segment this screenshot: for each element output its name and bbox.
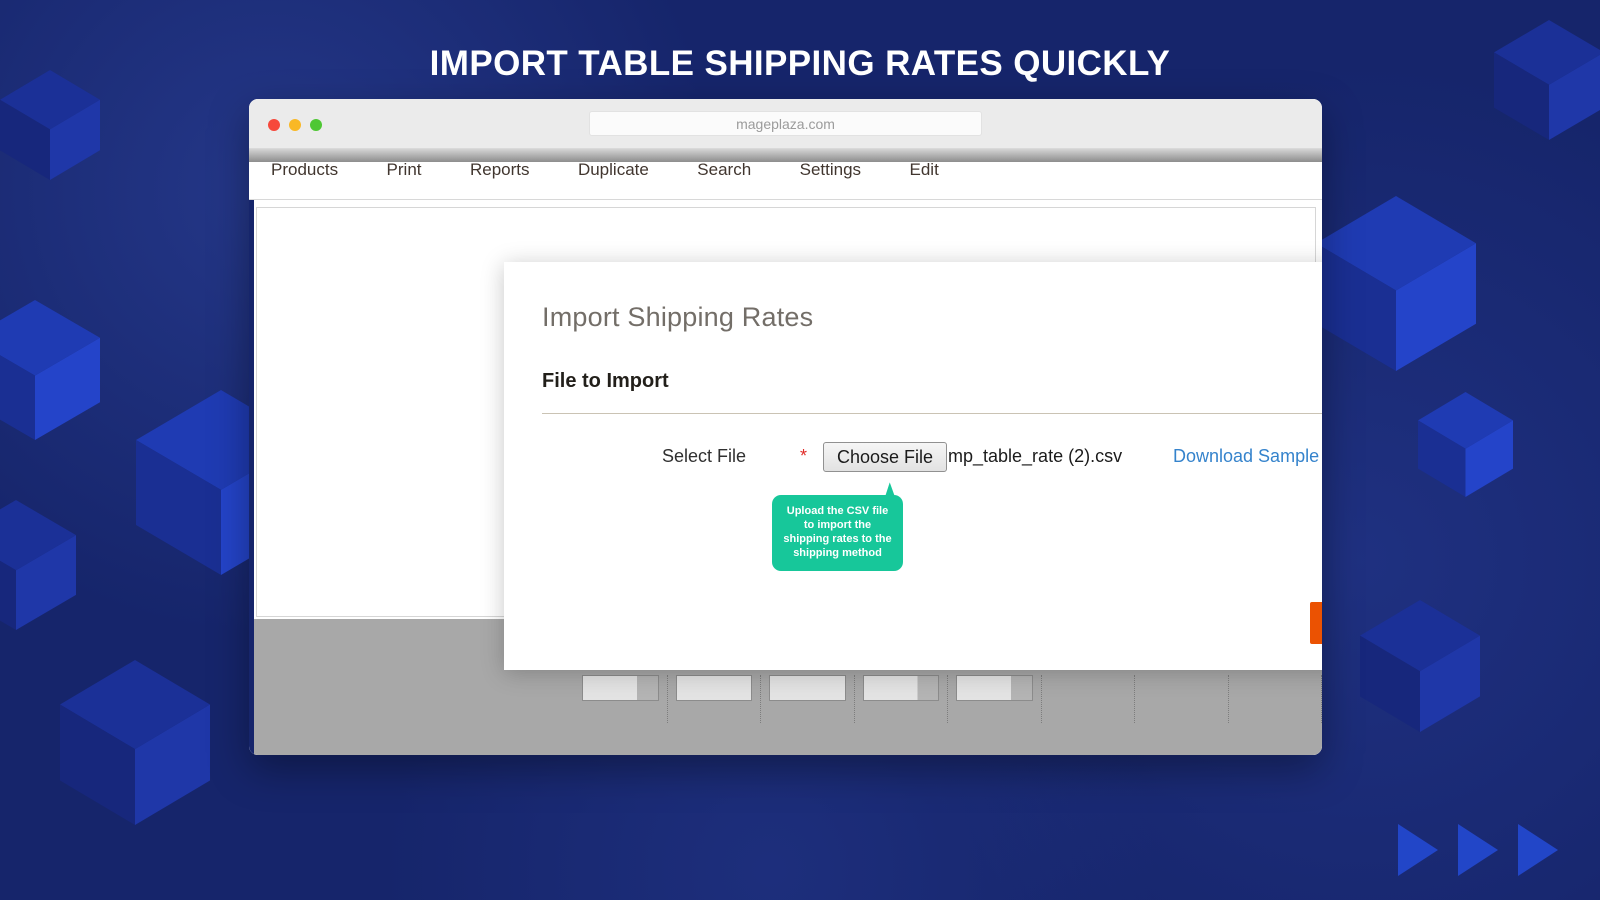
nav-item[interactable]: Reports (448, 162, 552, 178)
choose-file-button[interactable]: Choose File (823, 442, 948, 472)
grid-filter-cell (1042, 675, 1135, 723)
nav-item[interactable]: Print (365, 162, 444, 178)
grid-filter-input[interactable] (862, 675, 939, 701)
grid-filter-input[interactable] (956, 675, 1033, 701)
grid-filter-cell (1229, 675, 1322, 723)
decorative-cube (0, 300, 100, 440)
import-shipping-rates-modal: Import Shipping Rates File to Import Sel… (504, 262, 1322, 670)
nav-item[interactable]: Settings (778, 162, 883, 178)
grid-filter-input[interactable] (769, 675, 846, 701)
play-triangle-icon (1518, 824, 1558, 876)
grid-filter-cell (1135, 675, 1229, 723)
poster-stage: IMPORT TABLE SHIPPING RATES QUICKLY mage… (0, 0, 1600, 900)
play-triangle-icon (1458, 824, 1498, 876)
grid-filter-input[interactable] (675, 675, 752, 701)
select-file-row: Select File * Choose File mp_table_rate … (542, 442, 1322, 474)
browser-chrome: mageplaza.com (249, 99, 1322, 149)
decorative-cube (1418, 392, 1513, 497)
address-bar[interactable]: mageplaza.com (589, 111, 982, 136)
decorative-cube (60, 660, 210, 825)
browser-window: mageplaza.com Products Print Reports Dup… (249, 99, 1322, 755)
section-heading: File to Import (542, 370, 669, 392)
nav-item[interactable]: Edit (888, 162, 961, 178)
play-triangle-icon (1398, 824, 1438, 876)
import-button[interactable]: Import (1309, 602, 1322, 644)
nav-item[interactable]: Search (675, 162, 773, 178)
modal-title: Import Shipping Rates (542, 302, 814, 332)
page-title: IMPORT TABLE SHIPPING RATES QUICKLY (429, 44, 1171, 83)
decorative-cube (1360, 600, 1480, 732)
decorative-cube (1316, 196, 1476, 371)
modal-action-bar: Import Cancel (1309, 602, 1322, 644)
grid-filter-row (574, 663, 1322, 723)
selected-file-name: mp_table_rate (2).csv (948, 446, 1123, 466)
admin-nav-bar[interactable]: Products Print Reports Duplicate Search … (249, 162, 1322, 200)
grid-filter-cell (761, 675, 855, 723)
nav-item[interactable]: Products (249, 162, 360, 178)
required-marker: * (800, 446, 808, 466)
select-file-label: Select File (662, 446, 747, 466)
grid-filter-cell (574, 675, 668, 723)
grid-filter-input[interactable] (582, 675, 659, 701)
minimize-window-dot[interactable] (289, 119, 301, 131)
nav-item[interactable]: Duplicate (556, 162, 671, 178)
grid-filter-cell (668, 675, 761, 723)
grid-filter-cell (948, 675, 1042, 723)
window-controls (268, 119, 322, 131)
section-divider (542, 413, 1322, 414)
close-window-dot[interactable] (268, 119, 280, 131)
decorative-cube (0, 70, 100, 180)
download-sample-file-link[interactable]: Download Sample File (1173, 446, 1322, 467)
decorative-cube (0, 500, 76, 630)
tooltip-callout: Upload the CSV file to import the shippi… (772, 495, 903, 571)
maximize-window-dot[interactable] (310, 119, 322, 131)
admin-top-strip (249, 149, 1322, 162)
grid-filter-cell (855, 675, 948, 723)
